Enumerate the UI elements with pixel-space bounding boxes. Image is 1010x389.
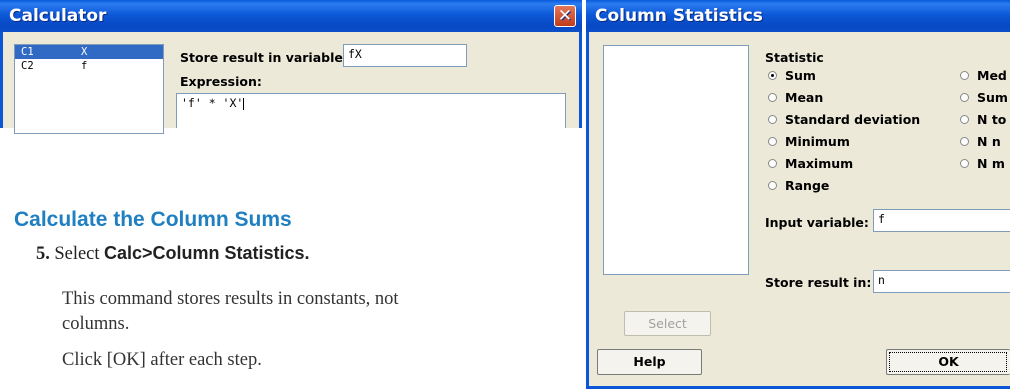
paragraph-line-1: This command stores results in constants… bbox=[62, 289, 399, 309]
radio-label: Med bbox=[977, 68, 1007, 83]
radio-sum-of-squares[interactable]: Sum bbox=[960, 90, 1008, 105]
radio-indicator bbox=[960, 159, 969, 168]
column-id: C1 bbox=[21, 46, 34, 58]
step-prefix: Select bbox=[54, 244, 100, 264]
radio-label: Minimum bbox=[785, 134, 850, 149]
list-item-c2[interactable]: C2 f bbox=[15, 59, 163, 73]
select-button[interactable]: Select bbox=[624, 311, 711, 336]
radio-indicator bbox=[768, 137, 777, 146]
radio-n-total[interactable]: N to bbox=[960, 112, 1006, 127]
radio-indicator bbox=[768, 181, 777, 190]
calculator-right-border bbox=[579, 32, 582, 128]
store-variable-label: Store result in variable: bbox=[180, 50, 348, 65]
step-5: 5. Select Calc>Column Statistics. bbox=[36, 243, 310, 265]
radio-sum[interactable]: Sum bbox=[768, 68, 816, 83]
paragraph-click-ok: Click [OK] after each step. bbox=[62, 350, 262, 370]
radio-indicator bbox=[768, 159, 777, 168]
text-cursor bbox=[243, 97, 245, 110]
radio-label: Mean bbox=[785, 90, 824, 105]
radio-label: Sum bbox=[785, 68, 816, 83]
store-result-field[interactable]: n bbox=[873, 270, 1010, 293]
expression-input[interactable]: 'f' * 'X' bbox=[176, 93, 566, 128]
radio-label: Maximum bbox=[785, 156, 854, 171]
column-statistics-title: Column Statistics bbox=[595, 6, 763, 26]
variable-list[interactable]: C1 X C2 f bbox=[14, 44, 164, 134]
radio-label: Standard deviation bbox=[785, 112, 921, 127]
store-result-label: Store result in: bbox=[765, 275, 872, 290]
close-icon[interactable]: ✕ bbox=[554, 5, 576, 27]
column-statistics-titlebar: Column Statistics bbox=[586, 0, 1010, 32]
radio-label: N n bbox=[977, 134, 1001, 149]
radio-label: N to bbox=[977, 112, 1007, 127]
radio-indicator bbox=[768, 71, 777, 80]
input-variable-label: Input variable: bbox=[765, 215, 869, 230]
calculator-title: Calculator bbox=[9, 6, 107, 26]
expression-label: Expression: bbox=[180, 74, 262, 89]
input-variable-field[interactable]: f bbox=[873, 209, 1010, 232]
list-item-c1[interactable]: C1 X bbox=[15, 45, 163, 59]
step-command: Calc>Column Statistics. bbox=[103, 243, 310, 263]
radio-indicator bbox=[768, 93, 777, 102]
radio-indicator bbox=[960, 93, 969, 102]
calculator-titlebar: Calculator ✕ bbox=[0, 0, 582, 32]
radio-maximum[interactable]: Maximum bbox=[768, 156, 853, 171]
radio-median[interactable]: Med bbox=[960, 68, 1007, 83]
radio-n-missing[interactable]: N m bbox=[960, 156, 1005, 171]
radio-indicator bbox=[768, 115, 777, 124]
radio-label: Sum bbox=[977, 90, 1008, 105]
radio-mean[interactable]: Mean bbox=[768, 90, 823, 105]
statistic-label: Statistic bbox=[765, 50, 824, 65]
column-id: C2 bbox=[21, 60, 34, 72]
radio-standard-deviation[interactable]: Standard deviation bbox=[768, 112, 920, 127]
step-number: 5. bbox=[36, 244, 50, 264]
radio-label: N m bbox=[977, 156, 1005, 171]
expression-text: 'f' * 'X' bbox=[181, 96, 244, 110]
store-variable-input[interactable]: fX bbox=[343, 44, 467, 67]
column-name: X bbox=[81, 46, 88, 58]
radio-range[interactable]: Range bbox=[768, 178, 829, 193]
column-list[interactable] bbox=[603, 45, 749, 275]
ok-button[interactable]: OK bbox=[886, 349, 1010, 375]
radio-n-nonmissing[interactable]: N n bbox=[960, 134, 1001, 149]
radio-indicator bbox=[960, 115, 969, 124]
calculator-left-border bbox=[0, 32, 3, 128]
help-button[interactable]: Help bbox=[597, 349, 702, 375]
radio-minimum[interactable]: Minimum bbox=[768, 134, 850, 149]
section-heading: Calculate the Column Sums bbox=[14, 208, 292, 231]
column-name: f bbox=[81, 60, 88, 72]
radio-indicator bbox=[960, 137, 969, 146]
paragraph-line-2: columns. bbox=[62, 314, 130, 334]
radio-label: Range bbox=[785, 178, 830, 193]
radio-indicator bbox=[960, 71, 969, 80]
